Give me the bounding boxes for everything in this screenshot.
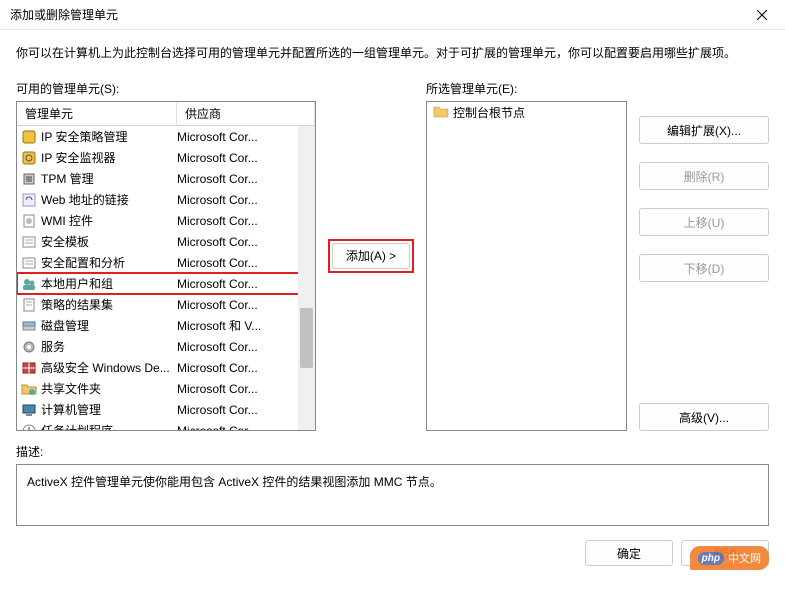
dialog-footer: 确定 取消 php 中文网 <box>0 526 785 580</box>
available-section: 可用的管理单元(S): 管理单元 供应商 IP 安全策略管理Microsoft … <box>16 80 316 431</box>
computer-icon <box>21 402 37 418</box>
move-up-button: 上移(U) <box>639 208 769 236</box>
item-name: TPM 管理 <box>41 170 177 187</box>
item-name: IP 安全策略管理 <box>41 128 177 145</box>
selected-item[interactable]: 控制台根节点 <box>427 102 626 122</box>
list-body: IP 安全策略管理Microsoft Cor...IP 安全监视器Microso… <box>17 126 315 430</box>
dialog-content: 你可以在计算机上为此控制台选择可用的管理单元并配置所选的一组管理单元。对于可扩展… <box>0 30 785 526</box>
middle-column: 添加(A) > <box>326 80 416 431</box>
dialog-title: 添加或删除管理单元 <box>10 6 739 23</box>
cancel-button[interactable]: 取消 <box>681 540 769 566</box>
item-name: 安全模板 <box>41 233 177 250</box>
item-name: 策略的结果集 <box>41 296 177 313</box>
remove-button: 删除(R) <box>639 162 769 190</box>
close-icon <box>757 10 767 20</box>
disk-icon <box>21 318 37 334</box>
firewall-icon <box>21 360 37 376</box>
list-item[interactable]: 计算机管理Microsoft Cor... <box>17 399 315 420</box>
list-item[interactable]: 安全模板Microsoft Cor... <box>17 231 315 252</box>
item-name: 共享文件夹 <box>41 380 177 397</box>
item-vendor: Microsoft Cor... <box>177 151 315 165</box>
template-icon <box>21 234 37 250</box>
item-name: 安全配置和分析 <box>41 254 177 271</box>
move-down-button: 下移(D) <box>639 254 769 282</box>
selected-section: 所选管理单元(E): 控制台根节点 <box>426 80 627 431</box>
users-icon <box>21 276 37 292</box>
shield-key-icon <box>21 129 37 145</box>
list-item[interactable]: 安全配置和分析Microsoft Cor... <box>17 252 315 273</box>
item-vendor: Microsoft Cor... <box>177 361 315 375</box>
list-item[interactable]: 高级安全 Windows De...Microsoft Cor... <box>17 357 315 378</box>
list-header: 管理单元 供应商 <box>17 102 315 126</box>
item-name: 计算机管理 <box>41 401 177 418</box>
item-name: IP 安全监视器 <box>41 149 177 166</box>
edit-extensions-button[interactable]: 编辑扩展(X)... <box>639 116 769 144</box>
item-name: Web 地址的链接 <box>41 191 177 208</box>
link-icon <box>21 192 37 208</box>
list-item[interactable]: Web 地址的链接Microsoft Cor... <box>17 189 315 210</box>
selected-label: 所选管理单元(E): <box>426 80 627 97</box>
item-name: 高级安全 Windows De... <box>41 359 177 376</box>
right-column: 所选管理单元(E): 控制台根节点 编辑扩展(X)... 删除(R) 上移(U)… <box>426 80 769 431</box>
description-text: ActiveX 控件管理单元使你能用包含 ActiveX 控件的结果视图添加 M… <box>27 475 442 489</box>
folder-icon <box>433 104 449 120</box>
list-item[interactable]: 服务Microsoft Cor... <box>17 336 315 357</box>
item-vendor: Microsoft Cor... <box>177 172 315 186</box>
description-box: ActiveX 控件管理单元使你能用包含 ActiveX 控件的结果视图添加 M… <box>16 464 769 526</box>
item-vendor: Microsoft Cor... <box>177 277 315 291</box>
item-vendor: Microsoft Cor... <box>177 130 315 144</box>
advanced-button[interactable]: 高级(V)... <box>639 403 769 431</box>
item-vendor: Microsoft Cor... <box>177 256 315 270</box>
add-button[interactable]: 添加(A) > <box>332 243 410 269</box>
chip-icon <box>21 171 37 187</box>
list-item[interactable]: 任务计划程序Microsoft Cor... <box>17 420 315 430</box>
description-section: 描述: ActiveX 控件管理单元使你能用包含 ActiveX 控件的结果视图… <box>16 443 769 526</box>
gear-doc-icon <box>21 213 37 229</box>
description-label: 描述: <box>16 443 769 460</box>
report-icon <box>21 297 37 313</box>
available-label: 可用的管理单元(S): <box>16 80 316 97</box>
item-vendor: Microsoft Cor... <box>177 214 315 228</box>
clock-icon <box>21 423 37 431</box>
available-listbox[interactable]: 管理单元 供应商 IP 安全策略管理Microsoft Cor...IP 安全监… <box>16 101 316 431</box>
item-vendor: Microsoft 和 V... <box>177 317 315 334</box>
shield-search-icon <box>21 150 37 166</box>
list-item[interactable]: 本地用户和组Microsoft Cor... <box>17 273 315 294</box>
column-header-name[interactable]: 管理单元 <box>17 102 177 125</box>
item-vendor: Microsoft Cor... <box>177 403 315 417</box>
item-vendor: Microsoft Cor... <box>177 235 315 249</box>
scrollbar[interactable] <box>298 126 315 430</box>
gear-icon <box>21 339 37 355</box>
ok-button[interactable]: 确定 <box>585 540 673 566</box>
item-vendor: Microsoft Cor... <box>177 340 315 354</box>
list-item[interactable]: 策略的结果集Microsoft Cor... <box>17 294 315 315</box>
template-icon <box>21 255 37 271</box>
item-vendor: Microsoft Cor... <box>177 424 315 431</box>
main-layout: 可用的管理单元(S): 管理单元 供应商 IP 安全策略管理Microsoft … <box>16 80 769 431</box>
title-bar: 添加或删除管理单元 <box>0 0 785 30</box>
instruction-text: 你可以在计算机上为此控制台选择可用的管理单元并配置所选的一组管理单元。对于可扩展… <box>16 44 769 62</box>
scrollbar-thumb[interactable] <box>300 308 313 368</box>
list-item[interactable]: WMI 控件Microsoft Cor... <box>17 210 315 231</box>
item-vendor: Microsoft Cor... <box>177 382 315 396</box>
item-name: 本地用户和组 <box>41 275 177 292</box>
list-item[interactable]: IP 安全策略管理Microsoft Cor... <box>17 126 315 147</box>
list-item[interactable]: 磁盘管理Microsoft 和 V... <box>17 315 315 336</box>
side-buttons: 编辑扩展(X)... 删除(R) 上移(U) 下移(D) 高级(V)... <box>639 80 769 431</box>
list-item[interactable]: 共享文件夹Microsoft Cor... <box>17 378 315 399</box>
list-item[interactable]: IP 安全监视器Microsoft Cor... <box>17 147 315 168</box>
item-vendor: Microsoft Cor... <box>177 298 315 312</box>
item-name: 服务 <box>41 338 177 355</box>
close-button[interactable] <box>739 0 785 30</box>
list-item[interactable]: TPM 管理Microsoft Cor... <box>17 168 315 189</box>
selected-item-label: 控制台根节点 <box>453 104 525 121</box>
add-button-highlight: 添加(A) > <box>328 239 414 273</box>
item-name: 任务计划程序 <box>41 422 177 430</box>
column-header-vendor[interactable]: 供应商 <box>177 102 315 125</box>
folder-share-icon <box>21 381 37 397</box>
item-vendor: Microsoft Cor... <box>177 193 315 207</box>
item-name: 磁盘管理 <box>41 317 177 334</box>
selected-listbox[interactable]: 控制台根节点 <box>426 101 627 431</box>
item-name: WMI 控件 <box>41 212 177 229</box>
